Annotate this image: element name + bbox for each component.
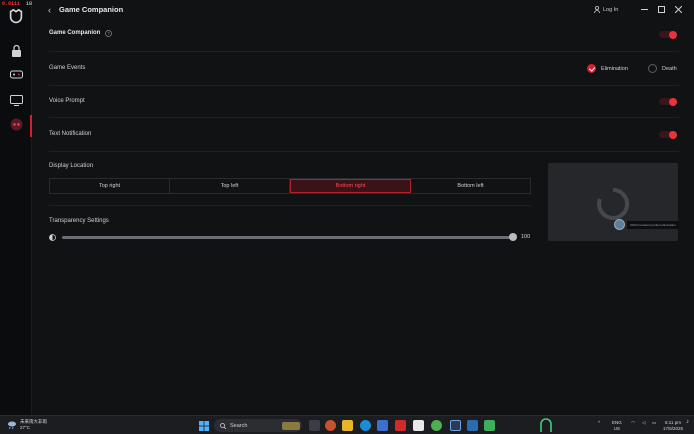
option-top-right[interactable]: Top right bbox=[50, 179, 170, 193]
elimination-check-icon bbox=[587, 64, 596, 73]
text-notification-toggle[interactable] bbox=[659, 130, 677, 139]
voice-prompt-label: Voice Prompt bbox=[49, 98, 85, 104]
contrast-icon bbox=[49, 234, 56, 241]
nav-active-indicator bbox=[30, 115, 32, 137]
transparency-label: Transparency Settings bbox=[49, 218, 109, 224]
page-title: Game Companion bbox=[59, 5, 124, 14]
back-arrow-icon[interactable]: ‹ bbox=[48, 5, 51, 15]
clock[interactable]: 5:11 pm 17/6/2025 bbox=[663, 420, 683, 431]
notification-bell-icon[interactable]: ♪ bbox=[686, 419, 689, 426]
app-icon-2[interactable] bbox=[395, 420, 406, 431]
fps-overlay: 0.0111 18 bbox=[2, 1, 32, 7]
divider bbox=[49, 205, 531, 206]
app-icon-5[interactable] bbox=[484, 420, 495, 431]
login-button[interactable]: Log In bbox=[594, 6, 618, 13]
death-radio[interactable]: Death bbox=[648, 64, 677, 73]
cloud-rain-icon bbox=[8, 421, 16, 429]
battery-icon[interactable]: ▭ bbox=[652, 420, 656, 426]
windows-start-icon[interactable] bbox=[198, 420, 209, 431]
elimination-radio[interactable]: Elimination bbox=[587, 64, 628, 73]
game-companion-toggle[interactable] bbox=[659, 30, 677, 39]
region-code: US bbox=[613, 425, 621, 431]
game-companion-row: Game Companion ? bbox=[49, 24, 679, 52]
header-bar: ‹ Game Companion Log In bbox=[32, 0, 694, 20]
weather-widget[interactable]: 未来雨大非雨 27°C bbox=[7, 419, 47, 431]
file-explorer-icon[interactable] bbox=[342, 420, 353, 431]
death-radio-circle bbox=[648, 64, 657, 73]
edge-icon[interactable] bbox=[360, 420, 371, 431]
voice-prompt-row: Voice Prompt bbox=[49, 86, 679, 118]
game-companion-label: Game Companion bbox=[49, 30, 101, 36]
taskbar-search[interactable]: Search bbox=[214, 419, 302, 432]
volume-icon[interactable]: ◁ bbox=[642, 420, 645, 426]
tray-overflow-icon[interactable]: ^ bbox=[598, 420, 600, 426]
transparency-slider[interactable] bbox=[62, 236, 513, 239]
task-view-icon[interactable] bbox=[309, 420, 320, 431]
login-label: Log In bbox=[603, 6, 619, 13]
display-location-label: Display Location bbox=[49, 163, 94, 169]
app-icon-1[interactable] bbox=[325, 420, 336, 431]
language-indicator[interactable]: ENG US bbox=[612, 420, 622, 431]
monitor-icon[interactable] bbox=[8, 93, 24, 107]
option-top-left[interactable]: Top left bbox=[170, 179, 290, 193]
clock-date: 17/6/2025 bbox=[663, 425, 684, 431]
app-icon-4[interactable] bbox=[467, 420, 478, 431]
lock-icon[interactable] bbox=[8, 44, 24, 58]
chrome-icon[interactable] bbox=[431, 420, 442, 431]
option-bottom-right[interactable]: Bottom right bbox=[290, 179, 411, 193]
user-icon bbox=[594, 6, 600, 13]
option-bottom-left[interactable]: Bottom left bbox=[411, 179, 530, 193]
maximize-icon[interactable] bbox=[656, 4, 666, 14]
search-label: Search bbox=[230, 422, 248, 429]
text-notification-label: Text Notification bbox=[49, 131, 92, 137]
notification-text: CNKG Invasion perfect elimination bbox=[627, 220, 679, 229]
game-companion-nav-icon[interactable] bbox=[8, 117, 24, 131]
fps-label: 0.0111 bbox=[2, 1, 21, 7]
language-code: ENG bbox=[612, 420, 622, 425]
minimize-icon[interactable] bbox=[639, 4, 649, 14]
armoury-crate-taskbar-icon[interactable] bbox=[450, 420, 461, 431]
weather-temp: 27°C bbox=[20, 425, 31, 430]
notification-avatar bbox=[614, 219, 625, 230]
text-notification-row: Text Notification bbox=[49, 118, 679, 152]
wifi-icon[interactable]: ◠ bbox=[631, 420, 635, 426]
help-icon[interactable]: ? bbox=[105, 30, 112, 37]
left-nav-rail: 0.0111 18 bbox=[0, 0, 32, 415]
transparency-slider-handle[interactable] bbox=[509, 233, 517, 241]
controller-icon[interactable] bbox=[8, 67, 24, 81]
elimination-label: Elimination bbox=[601, 65, 628, 72]
voice-prompt-toggle[interactable] bbox=[659, 97, 677, 106]
game-events-row: Game Events Elimination Death bbox=[49, 52, 679, 86]
windows-taskbar: 未来雨大非雨 27°C Search ^ ENG US ◠ ◁ ▭ 5:11 p… bbox=[0, 415, 694, 434]
store-icon[interactable] bbox=[377, 420, 388, 431]
search-icon bbox=[220, 422, 226, 429]
tray-app-icon[interactable] bbox=[538, 418, 554, 433]
death-label: Death bbox=[662, 65, 677, 72]
svg-text:?: ? bbox=[107, 31, 110, 36]
app-icon-3[interactable] bbox=[413, 420, 424, 431]
armoury-app-window: 0.0111 18 ‹ Game Companion Log In Game C… bbox=[0, 0, 694, 415]
display-location-segmented: Top right Top left Bottom right Bottom l… bbox=[49, 178, 531, 194]
search-highlight-icon bbox=[282, 421, 300, 430]
loading-spinner-icon bbox=[597, 187, 630, 220]
transparency-value: 100 bbox=[521, 234, 531, 240]
close-icon[interactable] bbox=[673, 4, 683, 14]
clock-time: 5:11 pm bbox=[665, 420, 681, 425]
preview-notification: CNKG Invasion perfect elimination bbox=[614, 219, 679, 230]
game-events-label: Game Events bbox=[49, 65, 86, 71]
app-logo-icon[interactable] bbox=[7, 8, 25, 26]
